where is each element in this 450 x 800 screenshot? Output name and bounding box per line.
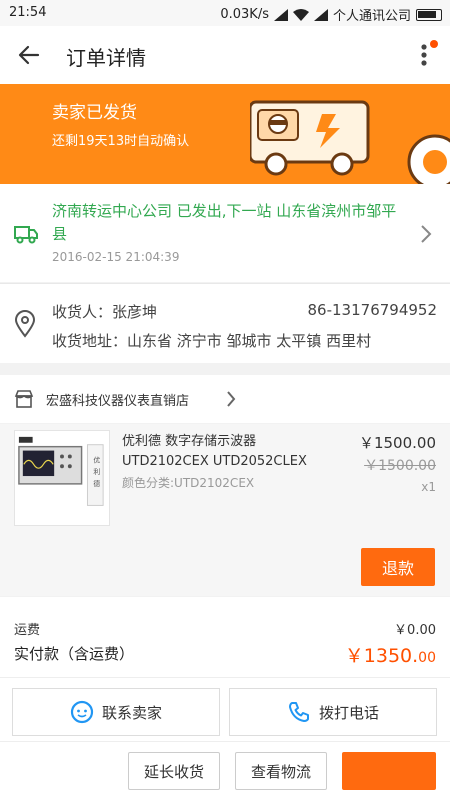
product-title-line2: UTD2102CEX UTD2052CLEX: [122, 454, 307, 469]
product-title: 优利德 数字存储示波器 UTD2102CEX UTD2052CLEX: [122, 432, 332, 472]
logistics-section[interactable]: 济南转运中心公司 已发出,下一站 山东省滨州市邹平县 2016-02-15 21…: [0, 184, 450, 282]
product-thumbnail[interactable]: 优 利 德: [14, 430, 110, 526]
receiver-address: 收货地址：山东省 济宁市 邹城市 太平镇 西里村: [52, 332, 372, 350]
logistics-message: 济南转运中心公司 已发出,下一站 山东省滨州市邹平县: [52, 202, 397, 243]
auto-confirm-countdown: 还剩19天13时自动确认: [52, 134, 190, 149]
refund-button[interactable]: 退款: [361, 548, 435, 586]
order-status: 卖家已发货: [52, 103, 137, 123]
page-title: 订单详情: [66, 46, 146, 70]
order-totals: 运费 ￥0.00 实付款（含运费） ￥1350.00: [0, 597, 450, 677]
extend-receipt-button[interactable]: 延长收货: [128, 752, 220, 790]
app-bar: 订单详情: [0, 26, 450, 84]
status-right: 0.03K/s 个人通讯公司: [220, 5, 442, 24]
receiver-phone: 86-13176794952: [307, 301, 437, 319]
signal-icon: [273, 8, 288, 21]
wifi-icon: [292, 8, 309, 21]
contact-row: 联系卖家 拨打电话: [0, 677, 450, 741]
location-pin-icon: [14, 310, 36, 338]
freight-label: 运费: [14, 623, 41, 638]
svg-text:德: 德: [93, 479, 100, 488]
phone-icon: [288, 702, 309, 722]
order-status-banner: 卖家已发货 还剩19天13时自动确认: [0, 84, 450, 184]
chevron-right-icon: [421, 225, 432, 243]
back-arrow-icon[interactable]: [14, 40, 44, 70]
chevron-right-icon: [227, 391, 236, 407]
notification-dot: [430, 40, 438, 48]
svg-text:利: 利: [93, 467, 100, 476]
paid-amount-main: ￥1350.: [344, 645, 419, 667]
product-variant: 颜色分类:UTD2102CEX: [122, 476, 255, 490]
freight-value: ￥0.00: [394, 623, 436, 638]
network-speed: 0.03K/s: [220, 7, 269, 22]
order-item[interactable]: 优 利 德 优利德 数字存储示波器 UTD2102CEX UTD2052CLEX…: [0, 424, 450, 596]
logistics-time: 2016-02-15 21:04:39: [52, 250, 180, 264]
shop-name: 宏盛科技仪器仪表直销店: [46, 394, 190, 409]
product-original-price: ￥1500.00: [364, 458, 436, 474]
delivery-truck-illustration: [250, 100, 450, 184]
view-logistics-button[interactable]: 查看物流: [235, 752, 327, 790]
signal-icon-2: [313, 8, 328, 21]
status-bar: 21:54 0.03K/s 个人通讯公司: [0, 0, 450, 26]
product-quantity: x1: [421, 480, 436, 494]
order-actions: 延长收货 查看物流: [0, 741, 450, 800]
status-time: 21:54: [9, 5, 47, 20]
paid-label: 实付款（含运费）: [14, 645, 135, 663]
call-label: 拨打电话: [318, 703, 379, 722]
product-title-line1: 优利德 数字存储示波器: [122, 434, 257, 449]
receiver-name: 收货人：张彦坤: [52, 303, 158, 321]
truck-icon: [14, 226, 38, 244]
carrier-name: 个人通讯公司: [332, 9, 411, 24]
contact-seller-button[interactable]: 联系卖家: [12, 688, 220, 736]
shop-row[interactable]: 宏盛科技仪器仪表直销店: [0, 375, 450, 423]
call-button[interactable]: 拨打电话: [229, 688, 437, 736]
paid-amount: ￥1350.00: [345, 641, 436, 668]
receiver-row: 收货人：张彦坤 86-13176794952: [52, 301, 437, 322]
confirm-receipt-button[interactable]: [342, 752, 436, 790]
shipping-address: 收货人：张彦坤 86-13176794952 收货地址：山东省 济宁市 邹城市 …: [0, 283, 450, 363]
paid-amount-cents: 00: [418, 650, 436, 666]
contact-seller-label: 联系卖家: [101, 703, 162, 722]
chat-icon: [70, 700, 94, 724]
product-price: ￥1500.00: [358, 434, 436, 452]
shop-icon: [14, 390, 34, 408]
battery-icon: [416, 8, 442, 21]
svg-text:优: 优: [93, 455, 100, 464]
